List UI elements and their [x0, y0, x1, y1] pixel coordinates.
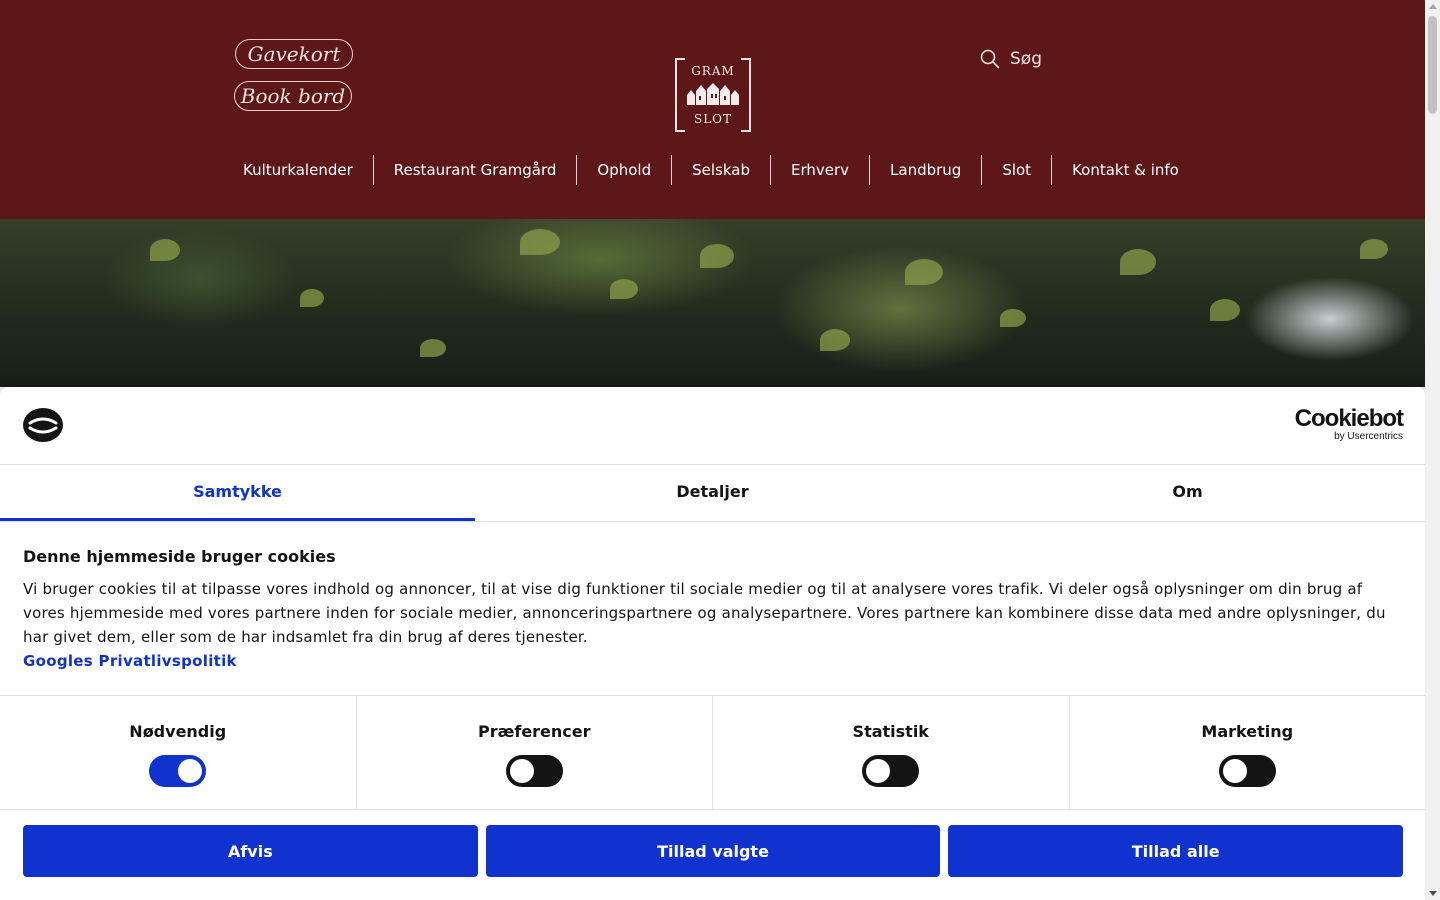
scroll-down-arrow-icon[interactable]: [1429, 891, 1437, 896]
cookie-buttons: Afvis Tillad valgte Tillad alle: [23, 825, 1404, 877]
book-table-button[interactable]: Book bord: [234, 81, 352, 111]
nav-item-kontakt[interactable]: Kontakt & info: [1051, 155, 1199, 185]
nav-item-landbrug[interactable]: Landbrug: [869, 155, 981, 185]
nav-item-slot[interactable]: Slot: [981, 155, 1051, 185]
tab-om[interactable]: Om: [950, 465, 1425, 521]
nav-item-selskab[interactable]: Selskab: [671, 155, 770, 185]
marketing-toggle[interactable]: [1218, 755, 1276, 787]
gram-slot-logo[interactable]: GRAM SLOT: [675, 57, 751, 133]
cookiebot-logo[interactable]: Cookiebot by Usercentrics: [1294, 405, 1404, 443]
preferences-toggle[interactable]: [505, 755, 563, 787]
category-necessary: Nødvendig: [0, 696, 356, 809]
category-label: Statistik: [852, 722, 929, 741]
cookie-title: Denne hjemmeside bruger cookies: [23, 547, 336, 566]
necessary-toggle[interactable]: [149, 755, 207, 787]
gift-card-button[interactable]: Gavekort: [235, 39, 353, 69]
hero-image-foliage: [0, 219, 1425, 387]
statistics-toggle[interactable]: [862, 755, 920, 787]
cookie-tabs: Samtykke Detaljer Om: [0, 465, 1425, 522]
logo-text-bottom: SLOT: [693, 112, 733, 126]
scroll-up-arrow-icon[interactable]: [1429, 4, 1437, 9]
scroll-thumb[interactable]: [1428, 16, 1437, 114]
site-header: Gavekort Book bord GRAM SLOT Søg Kulturk…: [0, 0, 1425, 219]
cookie-categories: Nødvendig Præferencer Statistik Marketin…: [0, 695, 1425, 810]
cookiebot-subtitle: by Usercentrics: [1334, 431, 1403, 442]
category-label: Marketing: [1201, 722, 1294, 741]
category-statistics: Statistik: [712, 696, 1069, 809]
tab-samtykke[interactable]: Samtykke: [0, 465, 475, 521]
main-nav: Kulturkalender Restaurant Gramgård Ophol…: [223, 155, 1199, 185]
category-preferences: Præferencer: [355, 696, 713, 809]
nav-item-kulturkalender[interactable]: Kulturkalender: [223, 155, 373, 185]
google-privacy-link[interactable]: Googles Privatlivspolitik: [23, 649, 1408, 673]
page-scrollbar[interactable]: [1425, 0, 1440, 900]
allow-selected-button[interactable]: Tillad valgte: [485, 825, 941, 877]
cookiebot-wordmark: Cookiebot: [1294, 405, 1404, 432]
cookie-text: Vi bruger cookies til at tilpasse vores …: [23, 580, 1386, 646]
cookie-dialog-header: Cookiebot by Usercentrics: [0, 387, 1425, 465]
category-label: Præferencer: [477, 722, 591, 741]
tab-detaljer[interactable]: Detaljer: [475, 465, 950, 521]
search-button[interactable]: Søg: [980, 48, 1042, 70]
nav-item-erhverv[interactable]: Erhverv: [769, 155, 869, 185]
search-icon: [980, 49, 1000, 69]
nav-item-restaurant[interactable]: Restaurant Gramgård: [372, 155, 577, 185]
reject-button[interactable]: Afvis: [23, 825, 478, 877]
allow-all-button[interactable]: Tillad alle: [948, 825, 1404, 877]
cookie-consent-dialog: Cookiebot by Usercentrics Samtykke Detal…: [0, 387, 1425, 900]
cookie-description: Denne hjemmeside bruger cookies Vi bruge…: [23, 547, 1408, 673]
category-marketing: Marketing: [1068, 696, 1426, 809]
logo-text-top: GRAM: [691, 64, 735, 78]
category-label: Nødvendig: [129, 722, 227, 741]
castle-icon: [687, 83, 739, 105]
search-label: Søg: [1010, 49, 1042, 69]
cookie-icon: [23, 408, 63, 442]
nav-item-ophold[interactable]: Ophold: [576, 155, 671, 185]
